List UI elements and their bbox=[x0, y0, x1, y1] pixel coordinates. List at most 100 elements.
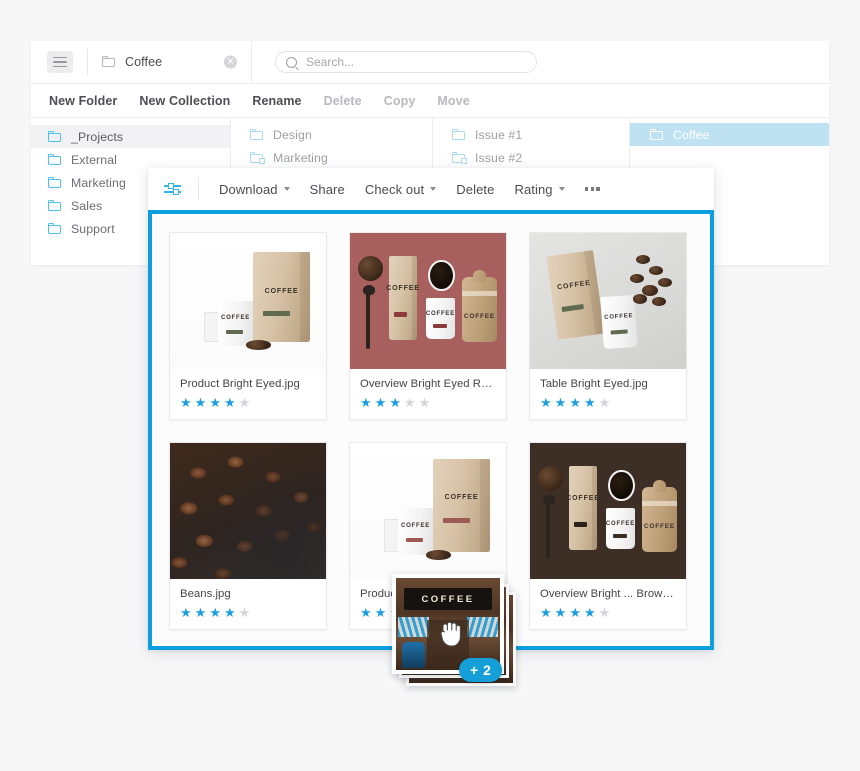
column-row-projects[interactable]: _Projects bbox=[31, 125, 230, 148]
star[interactable]: ★ bbox=[224, 606, 236, 619]
folder-icon bbox=[48, 200, 62, 211]
share-label: Share bbox=[309, 181, 345, 197]
asset-title: Overview Bright Eyed Red.jpg bbox=[360, 378, 496, 390]
hamburger-icon[interactable] bbox=[47, 51, 73, 73]
column-row-issue-1[interactable]: Issue #1 bbox=[433, 123, 629, 146]
search-box[interactable] bbox=[275, 51, 537, 73]
star[interactable]: ★ bbox=[404, 396, 416, 409]
asset-title: Beans.jpg bbox=[180, 588, 231, 600]
asset-thumbnail: COFFEE COFFEE bbox=[530, 233, 686, 369]
more-horizontal-icon[interactable] bbox=[584, 187, 600, 191]
menu-item-move: Move bbox=[437, 93, 470, 108]
star[interactable]: ★ bbox=[180, 606, 192, 619]
menu-bar: New Folder New Collection Rename Delete … bbox=[31, 84, 829, 118]
search-input[interactable] bbox=[304, 54, 498, 70]
delete-button[interactable]: Delete bbox=[456, 182, 494, 197]
menu-item-copy: Copy bbox=[383, 93, 416, 108]
chevron-down-icon bbox=[558, 187, 565, 191]
star[interactable]: ★ bbox=[555, 396, 567, 409]
chevron-down-icon bbox=[283, 187, 290, 191]
star[interactable]: ★ bbox=[360, 396, 372, 409]
column-row-marketing-locked[interactable]: Marketing bbox=[231, 146, 432, 169]
star[interactable]: ★ bbox=[389, 396, 401, 409]
clear-circle-icon[interactable]: ✕ bbox=[224, 55, 237, 69]
menu-item-rename[interactable]: Rename bbox=[252, 94, 301, 108]
chevron-down-icon bbox=[430, 187, 437, 191]
screen: Coffee ✕ New Folder New Collection Renam… bbox=[0, 0, 860, 771]
download-button[interactable]: Download bbox=[219, 182, 290, 197]
star[interactable]: ★ bbox=[209, 606, 221, 619]
asset-card[interactable]: COFFEE COFFEE COFFEE bbox=[349, 232, 507, 420]
asset-card[interactable]: COFFEE COFFEE Table Bright Eyed.jpg ★ ★ … bbox=[529, 232, 687, 420]
asset-thumbnail: COFFEE COFFEE bbox=[170, 233, 326, 369]
folder-icon bbox=[48, 154, 62, 165]
star[interactable]: ★ bbox=[239, 396, 251, 409]
star[interactable]: ★ bbox=[584, 396, 596, 409]
download-label: Download bbox=[219, 181, 278, 197]
column-row-label: Marketing bbox=[71, 175, 126, 190]
star[interactable]: ★ bbox=[239, 606, 251, 619]
star[interactable]: ★ bbox=[569, 396, 581, 409]
column-row-coffee[interactable]: Coffee bbox=[630, 123, 829, 146]
column-row-label: Support bbox=[71, 221, 115, 236]
folder-icon bbox=[650, 129, 664, 140]
star[interactable]: ★ bbox=[569, 606, 581, 619]
asset-title: Table Bright Eyed.jpg bbox=[540, 378, 648, 390]
rating-stars[interactable]: ★ ★ ★ ★ ★ bbox=[540, 606, 676, 619]
menu-item-new-collection[interactable]: New Collection bbox=[139, 94, 230, 108]
rating-stars[interactable]: ★ ★ ★ ★ ★ bbox=[540, 396, 676, 409]
filter-sliders-icon[interactable] bbox=[164, 182, 181, 196]
check-out-button[interactable]: Check out bbox=[365, 182, 437, 197]
menu-item-delete: Delete bbox=[323, 93, 362, 108]
asset-thumbnail bbox=[170, 443, 326, 579]
asset-meta: Overview Bright ... Brown.jpg ★ ★ ★ ★ ★ bbox=[530, 579, 686, 629]
column-row-label: Design bbox=[273, 127, 312, 142]
folder-icon bbox=[48, 131, 62, 142]
drag-count-badge: + 2 bbox=[459, 658, 503, 682]
asset-meta: Product Bright Eyed.jpg ★ ★ ★ ★ ★ bbox=[170, 369, 326, 419]
star[interactable]: ★ bbox=[360, 606, 372, 619]
asset-thumbnail: COFFEE COFFEE bbox=[350, 443, 506, 579]
shopfront-sign: COFFEE bbox=[404, 588, 492, 611]
star[interactable]: ★ bbox=[540, 396, 552, 409]
star[interactable]: ★ bbox=[195, 606, 207, 619]
menu-item-new-folder[interactable]: New Folder bbox=[49, 94, 117, 108]
share-button[interactable]: Share bbox=[310, 182, 345, 197]
search-icon bbox=[286, 56, 297, 68]
breadcrumb[interactable]: Coffee ✕ bbox=[88, 41, 252, 83]
column-row-label: External bbox=[71, 152, 117, 167]
rating-button[interactable]: Rating bbox=[514, 181, 565, 197]
star[interactable]: ★ bbox=[375, 606, 387, 619]
asset-thumbnail: COFFEE COFFEE COFFEE bbox=[350, 233, 506, 369]
star[interactable]: ★ bbox=[540, 606, 552, 619]
folder-icon bbox=[250, 129, 264, 140]
star[interactable]: ★ bbox=[599, 396, 611, 409]
star[interactable]: ★ bbox=[599, 606, 611, 619]
star[interactable]: ★ bbox=[224, 396, 236, 409]
shopfront-sign-text: COFFEE bbox=[421, 593, 475, 605]
rating-stars[interactable]: ★ ★ ★ ★ ★ bbox=[180, 606, 316, 619]
star[interactable]: ★ bbox=[180, 396, 192, 409]
star[interactable]: ★ bbox=[419, 396, 431, 409]
column-row-issue-2[interactable]: Issue #2 bbox=[433, 146, 629, 169]
asset-grid: COFFEE COFFEE Product Bright Eyed.jpg ★ … bbox=[169, 232, 693, 630]
asset-toolbar: Download Share Check out Delete Rating bbox=[148, 168, 714, 210]
column-row-design[interactable]: Design bbox=[231, 123, 432, 146]
drag-ghost[interactable]: COFFEE + 2 bbox=[392, 572, 516, 686]
rating-stars[interactable]: ★ ★ ★ ★ ★ bbox=[180, 396, 316, 409]
star[interactable]: ★ bbox=[375, 396, 387, 409]
grabbing-hand-cursor bbox=[440, 621, 461, 647]
asset-card[interactable]: COFFEE COFFEE Product Bright Eyed.jpg ★ … bbox=[169, 232, 327, 420]
star[interactable]: ★ bbox=[555, 606, 567, 619]
star[interactable]: ★ bbox=[209, 396, 221, 409]
search-area bbox=[252, 51, 829, 73]
star[interactable]: ★ bbox=[195, 396, 207, 409]
rating-label: Rating bbox=[514, 181, 553, 197]
folder-locked-icon bbox=[250, 152, 265, 164]
asset-card[interactable]: Beans.jpg ★ ★ ★ ★ ★ bbox=[169, 442, 327, 630]
rating-stars[interactable]: ★ ★ ★ ★ ★ bbox=[360, 396, 496, 409]
asset-card[interactable]: COFFEE COFFEE COFFEE bbox=[529, 442, 687, 630]
star[interactable]: ★ bbox=[584, 606, 596, 619]
column-row-label: Coffee bbox=[673, 127, 710, 142]
asset-thumbnail: COFFEE COFFEE COFFEE bbox=[530, 443, 686, 579]
